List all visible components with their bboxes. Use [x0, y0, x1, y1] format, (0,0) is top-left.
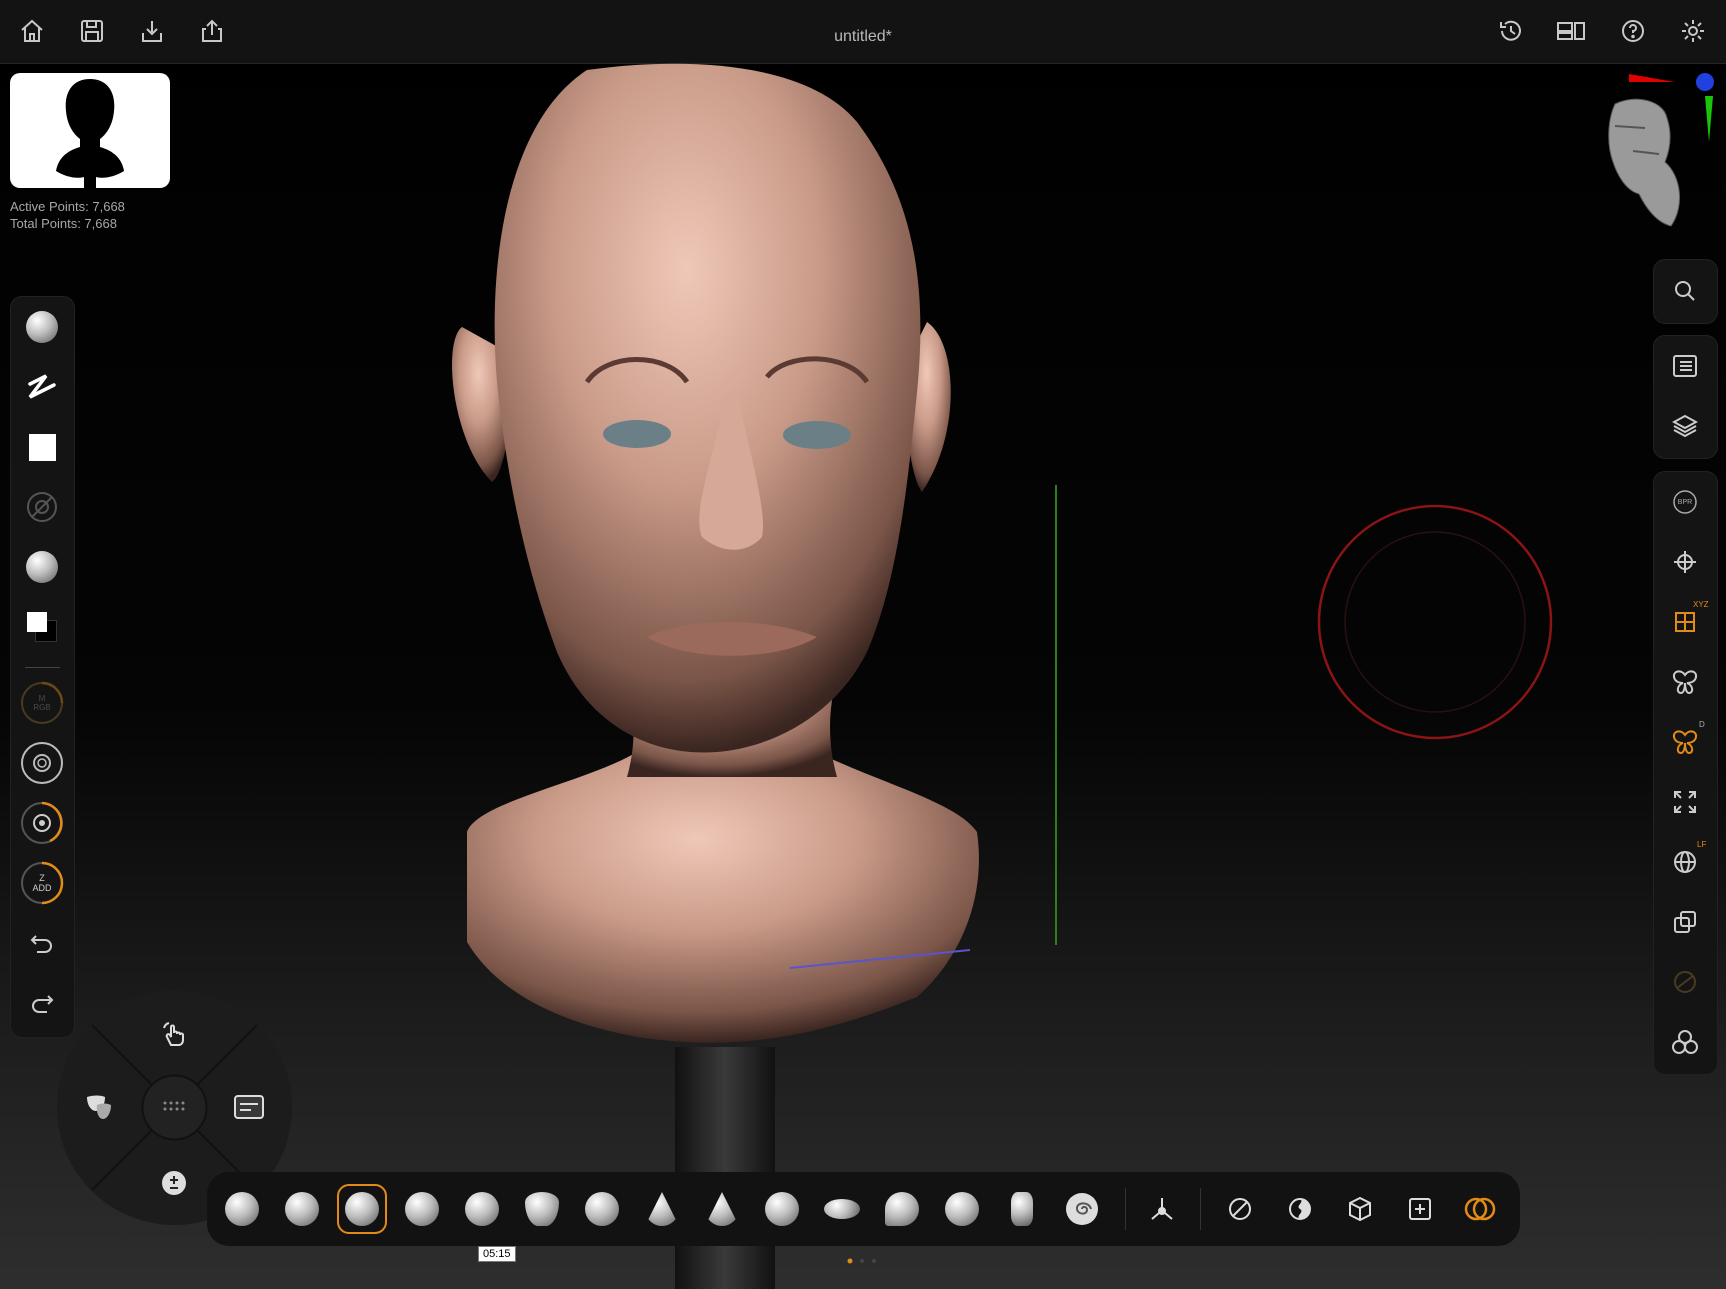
brush-clay-buildup[interactable] [337, 1184, 387, 1234]
brush-snakehook[interactable] [577, 1184, 627, 1234]
brush-smooth[interactable] [217, 1184, 267, 1234]
brush-sphere[interactable] [757, 1184, 807, 1234]
brush-trim-dynamic[interactable] [637, 1184, 687, 1234]
time-tooltip: 05:15 [478, 1246, 516, 1262]
solo-icon[interactable] [1275, 1184, 1325, 1234]
document-title: untitled* [834, 28, 892, 45]
total-points: Total Points: 7,668 [10, 216, 117, 231]
dynamic-icon[interactable] [1663, 960, 1707, 1004]
d-label: D [1699, 720, 1705, 729]
gizmo-axis-line [1055, 485, 1057, 945]
stroke-icon[interactable] [20, 365, 64, 409]
brush-pinch[interactable] [877, 1184, 927, 1234]
color-swatch-icon[interactable] [20, 605, 64, 649]
gizmo-axis-line-x [789, 949, 971, 969]
brush-chisel[interactable] [997, 1184, 1047, 1234]
frame-icon[interactable] [1395, 1184, 1445, 1234]
material-sphere-icon[interactable] [20, 545, 64, 589]
xyz-label: XYZ [1693, 600, 1709, 609]
move-frame-icon[interactable] [1663, 540, 1707, 584]
menu-list-icon[interactable] [1663, 344, 1707, 388]
point-stats: Active Points: 7,668 Total Points: 7,668 [10, 198, 125, 232]
plus-minus-icon[interactable] [152, 1161, 196, 1205]
layers-icon[interactable] [1663, 404, 1707, 448]
toolbar-divider [25, 667, 60, 668]
right-search-panel [1653, 259, 1718, 324]
rgb-dial[interactable]: M RGB [20, 681, 64, 725]
gesture-hand-icon[interactable] [152, 1012, 196, 1056]
wireframe-icon[interactable] [1335, 1184, 1385, 1234]
overlay-panel-icon[interactable] [227, 1085, 271, 1129]
lf-label: LF [1697, 840, 1707, 849]
duplicate-icon[interactable] [1663, 900, 1707, 944]
brush-spiral[interactable] [1057, 1184, 1107, 1234]
radial-symmetry-icon[interactable]: D [1663, 720, 1707, 764]
right-toolbar: BPR XYZ D LF [1653, 471, 1718, 1075]
sculpt-model[interactable] [437, 62, 1077, 1289]
top-bar: untitled* [0, 0, 1726, 64]
symmetry-icon[interactable] [1663, 660, 1707, 704]
brush-standard[interactable] [397, 1184, 447, 1234]
backface-icon[interactable] [1215, 1184, 1265, 1234]
navigation-head-icon[interactable] [1585, 66, 1725, 236]
brush-move[interactable] [517, 1184, 567, 1234]
polyframe-icon[interactable] [1663, 1020, 1707, 1064]
brush-cursor-ring [1317, 504, 1553, 740]
grid-dots-icon[interactable] [152, 1085, 196, 1129]
history-icon[interactable] [1494, 14, 1528, 48]
alpha-square-icon[interactable] [20, 425, 64, 469]
model-thumbnail[interactable] [10, 73, 170, 188]
gizmo-icon[interactable] [1137, 1184, 1187, 1234]
shelf-divider [1200, 1188, 1201, 1230]
mask-icon[interactable] [77, 1085, 121, 1129]
transparency-icon[interactable] [1455, 1184, 1505, 1234]
brush-ball-icon[interactable] [20, 305, 64, 349]
z-add-dial[interactable]: Z ADD [20, 861, 64, 905]
bpr-label: BPR [1677, 498, 1693, 506]
brush-inflate[interactable] [277, 1184, 327, 1234]
brush-orb-cracks[interactable] [817, 1184, 867, 1234]
undo-icon[interactable] [20, 921, 64, 965]
z-add-label: Z ADD [32, 873, 52, 893]
intensity-dial[interactable] [20, 801, 64, 845]
shelf-page-dots[interactable] [846, 1257, 882, 1265]
brush-flatten[interactable] [697, 1184, 747, 1234]
shelf-divider [1125, 1188, 1126, 1230]
brush-dam-standard[interactable] [457, 1184, 507, 1234]
right-menu-panel [1653, 335, 1718, 459]
left-toolbar: M RGB Z ADD [10, 296, 75, 1038]
xyz-symmetry-icon[interactable]: XYZ [1663, 600, 1709, 644]
rgb-dial-label: M RGB [33, 694, 51, 712]
settings-icon[interactable] [1676, 14, 1710, 48]
bpr-icon[interactable]: BPR [1663, 480, 1707, 524]
help-icon[interactable] [1616, 14, 1650, 48]
layout-icon[interactable] [1554, 14, 1588, 48]
search-icon[interactable] [1663, 269, 1707, 313]
brush-clay-tubes[interactable] [937, 1184, 987, 1234]
brush-shelf [207, 1172, 1520, 1246]
local-icon[interactable]: LF [1663, 840, 1707, 884]
fit-icon[interactable] [1663, 780, 1707, 824]
focal-dial[interactable] [20, 741, 64, 785]
texture-disabled-icon[interactable] [20, 485, 64, 529]
active-points: Active Points: 7,668 [10, 199, 125, 214]
